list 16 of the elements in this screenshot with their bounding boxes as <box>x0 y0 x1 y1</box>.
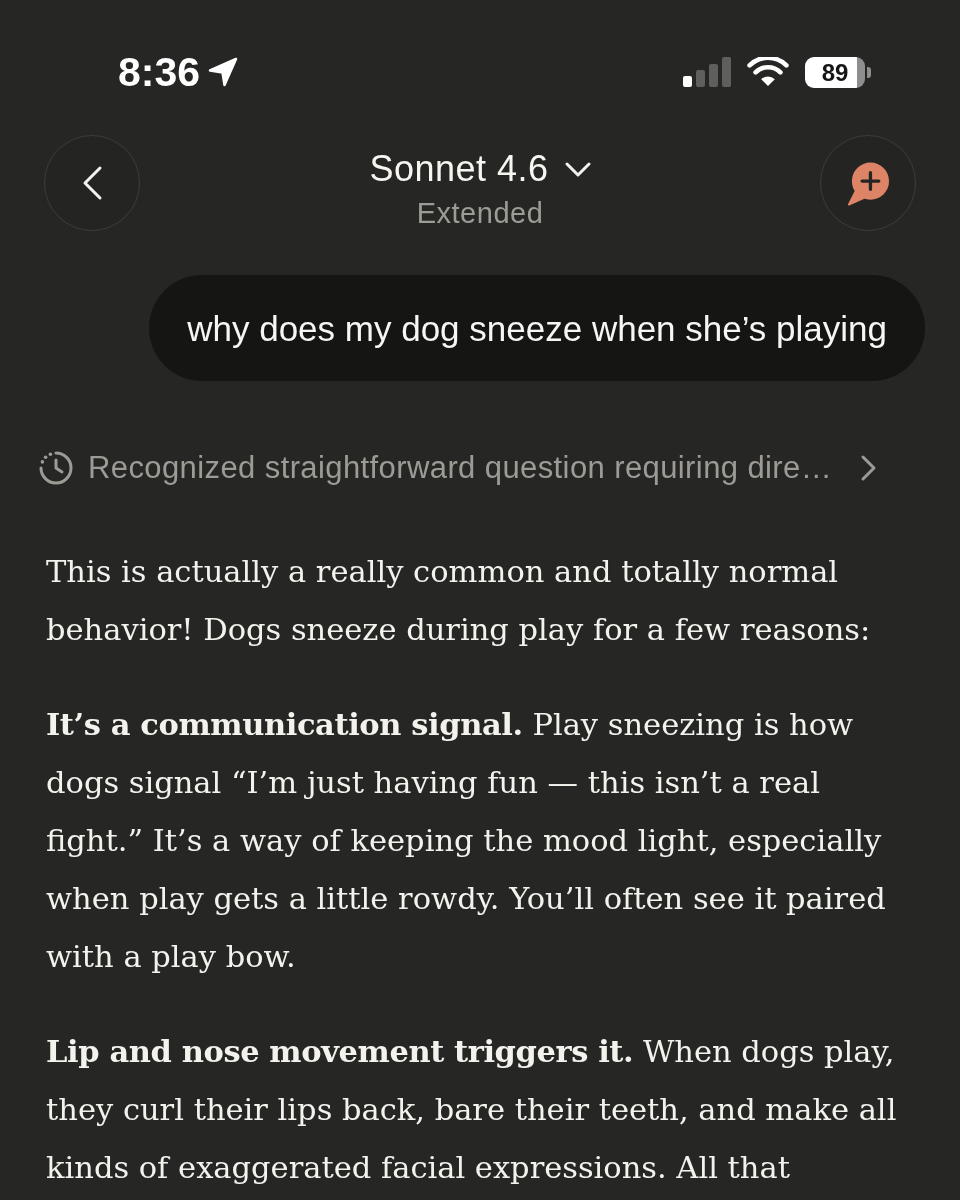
battery-indicator: 89 <box>805 56 871 88</box>
chevron-right-icon <box>860 454 878 482</box>
chevron-down-icon <box>564 161 591 177</box>
location-arrow-icon <box>208 57 239 87</box>
response-paragraph: Lip and nose movement triggers it. When dogs play, they curl their lips back, bare their teeth, and make all kinds of exaggerated facial expressions. All that <box>46 1032 898 1187</box>
wifi-icon <box>747 57 789 87</box>
user-message: why does my dog sneeze when she’s playing <box>149 275 925 381</box>
model-mode-label: Extended <box>416 196 544 231</box>
response-paragraph: This is actually a really common and totally normal behavior! Dogs sneeze during play for a few reasons: <box>46 553 872 649</box>
clock-icon <box>38 450 74 486</box>
status-time: 8:36 <box>118 50 201 94</box>
model-selector-button[interactable]: Sonnet 4.6 <box>369 149 591 189</box>
signal-strength-icon <box>683 57 731 87</box>
response-paragraph: It’s a communication signal. Play sneezing is how dogs signal “I’m just having fun — this isn’t a real fight.” It’s a way of keeping the mood light, especially when play gets a little rowdy. You’ll often see it paired with a play bow. <box>46 705 887 976</box>
thinking-summary-button[interactable]: Recognized straightforward question requiring dire… <box>38 446 878 490</box>
chat-bubble-plus-icon <box>846 159 890 207</box>
